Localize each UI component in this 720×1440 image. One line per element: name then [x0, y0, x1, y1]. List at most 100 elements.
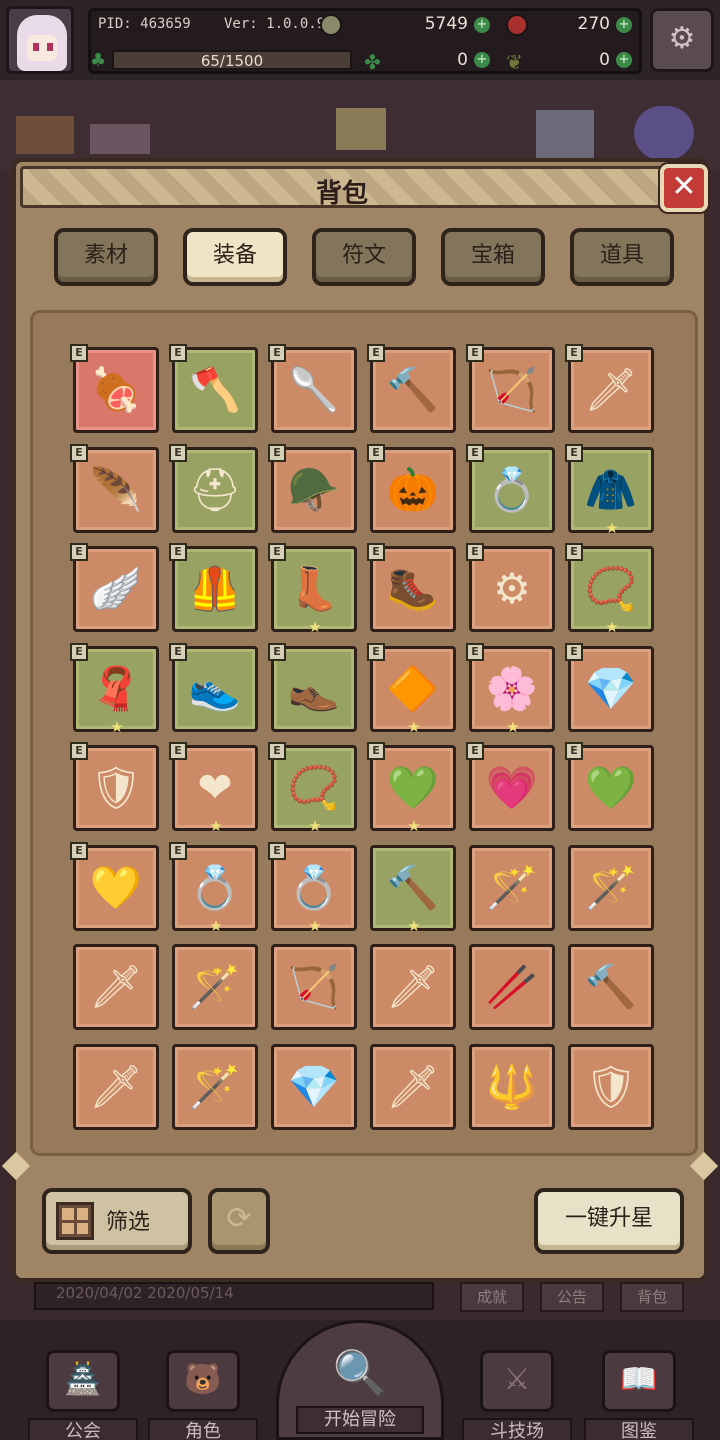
equipment-slot[interactable]: 🗡	[73, 944, 159, 1030]
equipment-slot[interactable]: 🍖 E	[70, 344, 159, 433]
equipment-slot[interactable]: 🔱	[469, 1044, 555, 1130]
equipment-slot[interactable]: 💛 E	[70, 842, 159, 931]
equipment-slot[interactable]: 🎃 E	[367, 444, 456, 533]
item-icon: ⛑	[188, 465, 242, 514]
equipment-slot[interactable]: 🧣 E ★	[70, 643, 159, 735]
equipment-slot[interactable]: 🔨	[568, 944, 654, 1030]
equipment-slot[interactable]: 🗡 E	[565, 344, 654, 433]
equipment-slot[interactable]: 🪄	[568, 845, 654, 931]
settings-gear-icon[interactable]: ⚙	[650, 8, 714, 72]
xp-text: 65/1500	[200, 52, 264, 70]
star-icon: ★	[209, 917, 223, 935]
equipment-slot[interactable]: 💗 E	[466, 742, 555, 831]
item-icon: 🔨	[386, 863, 440, 912]
nav-adventure-label: 开始冒险	[296, 1406, 424, 1434]
add-gem-button[interactable]: +	[616, 17, 632, 33]
equipment-slot[interactable]: 🗡	[370, 1044, 456, 1130]
equipment-slot[interactable]: 💍 E ★	[169, 842, 258, 935]
equipment-slot[interactable]: 🔶 E ★	[367, 643, 456, 735]
equipment-slot[interactable]: 🪓 E	[169, 344, 258, 433]
equipment-slot[interactable]: 💍 E	[466, 444, 555, 533]
equipped-badge: E	[169, 842, 187, 860]
achievements-button[interactable]: 成就	[460, 1282, 524, 1312]
equipment-slot[interactable]: 🪽 E	[70, 543, 159, 632]
upgrade-all-stars-button[interactable]: 一键升星	[534, 1188, 684, 1254]
equipment-slot[interactable]: 🪶 E	[70, 444, 159, 533]
nav-character[interactable]: 🐻 角色	[148, 1340, 258, 1440]
equipment-slot[interactable]: 🪄	[172, 944, 258, 1030]
top-hud: PID: 463659 Ver: 1.0.0.9 5749 + 270 + ♣ …	[0, 0, 720, 80]
equipment-slot[interactable]: 🌸 E ★	[466, 643, 555, 736]
equipment-slot[interactable]: 🛡	[568, 1044, 654, 1130]
equipment-slot[interactable]: 🧥 E ★	[565, 444, 654, 537]
equipment-slot[interactable]: ⛑ E	[169, 444, 258, 533]
item-icon: 🎃	[386, 465, 440, 514]
tab-items[interactable]: 道具	[570, 228, 674, 286]
bag-panel: 背包 ✕ 素材 装备 符文 宝箱 道具 🍖 E 🪓 E 🥄 E 🔨 E 🏹 E 🗡 E 🪶 E ⛑ E 🪖 E 🎃 E…	[1, 158, 719, 1282]
equipment-slot[interactable]: 🥄 E	[268, 344, 357, 433]
equipped-badge: E	[367, 643, 385, 661]
star-icon: ★	[506, 718, 520, 736]
equipment-slot[interactable]: 🔨 E	[367, 344, 456, 433]
tab-materials[interactable]: 素材	[54, 228, 158, 286]
close-button[interactable]: ✕	[660, 164, 708, 212]
equipment-slot[interactable]: 💚 E	[565, 742, 654, 831]
equipment-slot[interactable]: 🗡	[73, 1044, 159, 1130]
item-icon: 💍	[188, 863, 242, 912]
category-tabs: 素材 装备 符文 宝箱 道具	[54, 228, 676, 290]
equipment-slot[interactable]: 👞 E	[268, 643, 357, 732]
star-icon: ★	[605, 519, 619, 537]
equipment-slot[interactable]: 🔨 ★	[370, 845, 456, 935]
add-leaf-button[interactable]: +	[616, 52, 632, 68]
equipment-slot[interactable]: 🗡	[370, 944, 456, 1030]
star-icon: ★	[209, 817, 223, 835]
equipment-slot[interactable]: 💎 E	[565, 643, 654, 732]
item-icon: 👞	[287, 664, 341, 713]
clover-icon: ♣	[90, 50, 107, 71]
item-icon: 👟	[188, 664, 242, 713]
book-icon: 📖	[602, 1350, 676, 1412]
equipment-slot[interactable]: 🏹	[271, 944, 357, 1030]
nav-codex[interactable]: 📖 图鉴	[584, 1340, 694, 1440]
equipment-slot[interactable]: 🏹 E	[466, 344, 555, 433]
equipment-slot[interactable]: 👢 E ★	[268, 543, 357, 635]
equipment-slot[interactable]: 💍 E ★	[268, 842, 357, 934]
bag-shortcut-button[interactable]: 背包	[620, 1282, 684, 1312]
equipped-badge: E	[70, 742, 88, 760]
refresh-button[interactable]: ⟳	[208, 1188, 270, 1254]
equipment-slot[interactable]: 💚 E ★	[367, 742, 456, 834]
equipment-slot[interactable]: 📿 E ★	[268, 742, 357, 834]
equipment-slot[interactable]: 🛡 E	[70, 742, 159, 831]
equipment-slot[interactable]: 👟 E	[169, 643, 258, 732]
equipment-slot[interactable]: ⚙ E	[466, 543, 555, 632]
equipment-slot[interactable]: ❤ E ★	[169, 742, 258, 835]
tab-equipment[interactable]: 装备	[183, 228, 287, 286]
equipment-slot[interactable]: 🪄	[172, 1044, 258, 1130]
equipped-badge: E	[565, 344, 583, 362]
nav-arena[interactable]: ⚔ 斗技场	[462, 1340, 572, 1440]
add-clover-button[interactable]: +	[474, 52, 490, 68]
equipped-badge: E	[565, 543, 583, 561]
equipped-badge: E	[367, 543, 385, 561]
equipment-slot[interactable]: 🪄	[469, 845, 555, 931]
nav-guild[interactable]: 🏯 公会	[28, 1340, 138, 1440]
nav-start-adventure[interactable]: 🔍 开始冒险	[276, 1320, 444, 1440]
clover-amount: 0	[457, 50, 468, 70]
tab-chests[interactable]: 宝箱	[441, 228, 545, 286]
gold-amount: 5749	[424, 14, 468, 34]
tab-runes[interactable]: 符文	[312, 228, 416, 286]
filter-button[interactable]: 筛选	[42, 1188, 192, 1254]
item-icon: 📿	[584, 564, 638, 613]
equipment-slot[interactable]: 💎	[271, 1044, 357, 1130]
equipment-slot[interactable]: 📿 E ★	[565, 543, 654, 635]
star-icon: ★	[407, 917, 421, 935]
player-avatar[interactable]	[6, 6, 74, 74]
announcement-button[interactable]: 公告	[540, 1282, 604, 1312]
equipment-slot[interactable]: 🥾 E	[367, 543, 456, 632]
equipment-slot[interactable]: 🥢	[469, 944, 555, 1030]
item-icon: 💗	[485, 763, 539, 812]
equipment-slot[interactable]: 🦺 E	[169, 543, 258, 632]
add-gold-button[interactable]: +	[474, 17, 490, 33]
item-icon: 🗡	[89, 962, 143, 1011]
equipment-slot[interactable]: 🪖 E	[268, 444, 357, 533]
